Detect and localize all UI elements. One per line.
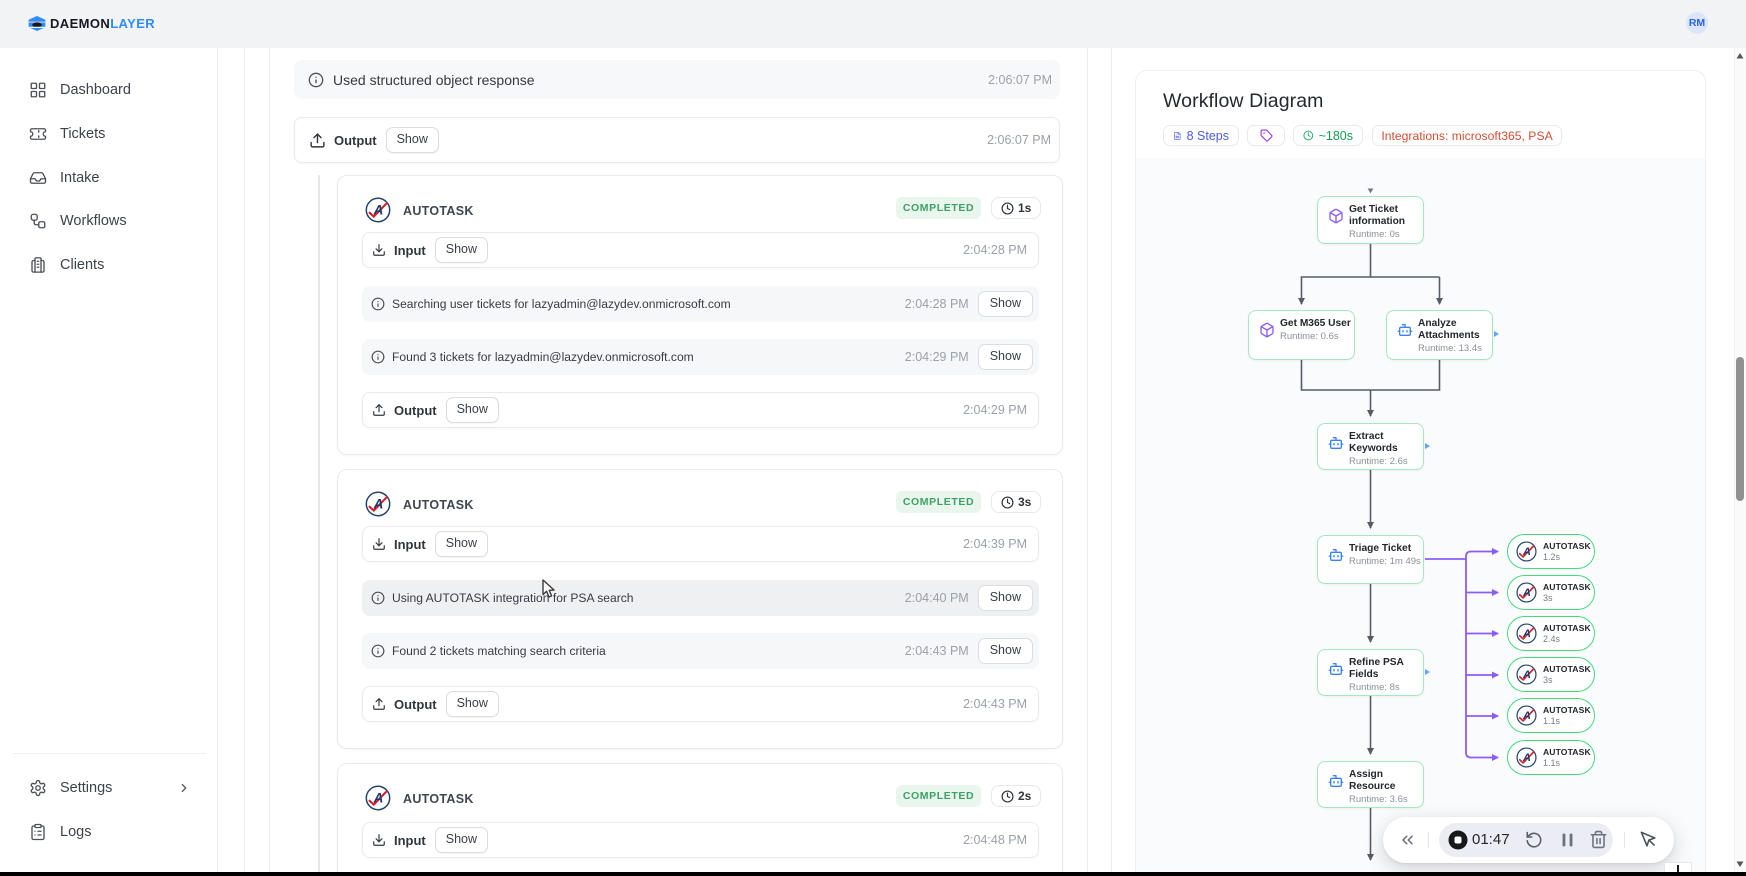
svg-text:A: A — [1522, 752, 1531, 764]
svg-text:A: A — [373, 497, 384, 512]
svg-text:A: A — [1522, 546, 1531, 558]
svg-text:A: A — [373, 791, 384, 806]
svg-text:A: A — [1522, 587, 1531, 599]
svg-text:A: A — [373, 203, 384, 218]
svg-text:A: A — [1522, 669, 1531, 681]
svg-text:A: A — [1522, 710, 1531, 722]
svg-text:A: A — [1522, 628, 1531, 640]
